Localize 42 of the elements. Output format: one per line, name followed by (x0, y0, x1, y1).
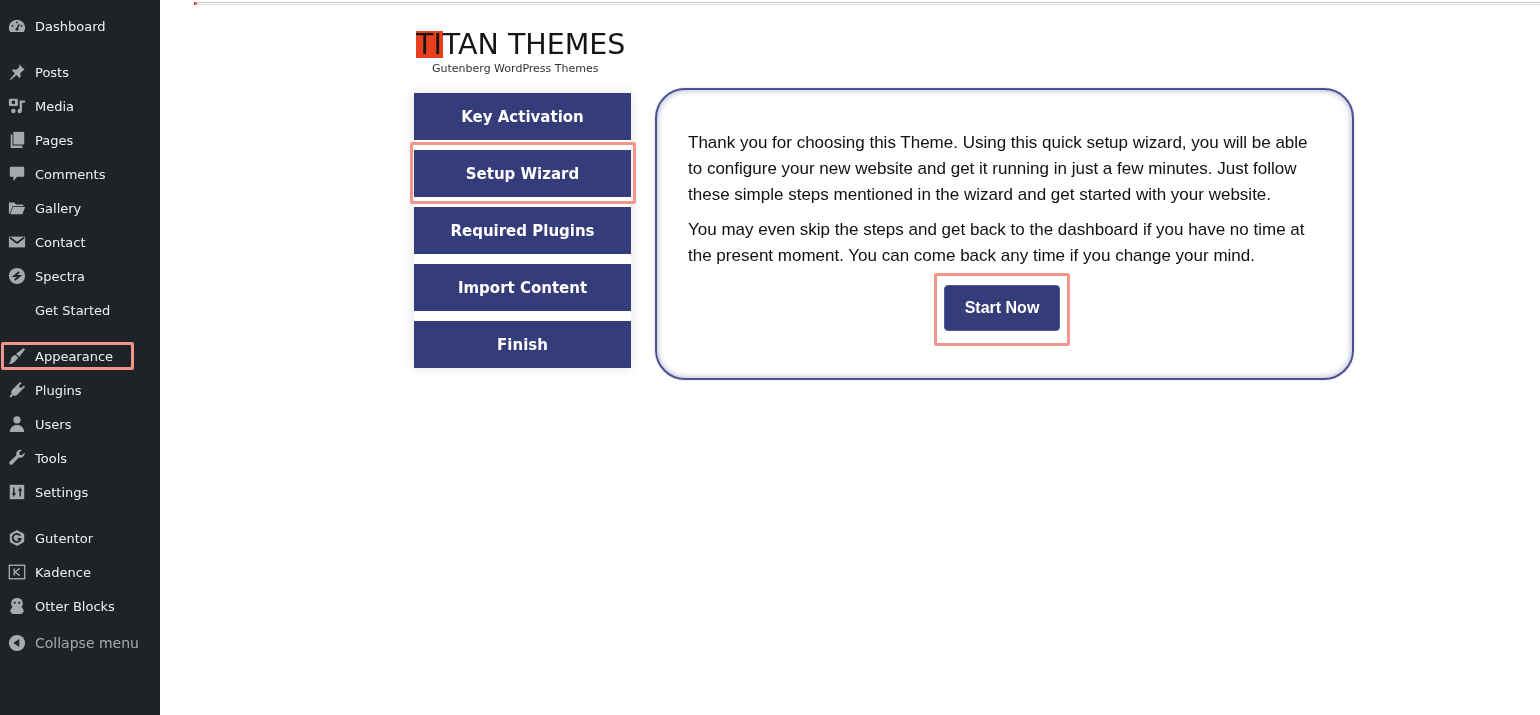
circle-logo-icon (8, 267, 26, 285)
intro-paragraph: Thank you for choosing this Theme. Using this quick setup wizard, you will be able to configure your new website and get it running in just a few minutes. Just follow these simple steps mentioned in the wizard and get started with your website. (688, 132, 1309, 206)
collapse-menu-button[interactable]: Collapse menu (0, 625, 160, 661)
gauge-icon (8, 17, 26, 35)
menu-item[interactable]: Users (0, 407, 160, 441)
menu-item[interactable]: Contact (0, 225, 160, 259)
hexagon-icon (8, 529, 26, 547)
menu-item[interactable]: Get Started (0, 293, 160, 327)
start-now-button[interactable]: Start Now (944, 285, 1060, 331)
pages-icon (8, 131, 26, 149)
menu-item[interactable]: Posts (0, 55, 160, 89)
menu-item[interactable]: Dashboard (0, 9, 160, 43)
wizard-step-button[interactable]: Finish (414, 321, 631, 368)
menu-item[interactable]: Media (0, 89, 160, 123)
logo-tagline: Gutenberg WordPress Themes (432, 62, 599, 76)
pushpin-icon (8, 63, 26, 81)
animal-head-icon (8, 597, 26, 615)
plug-icon (8, 381, 26, 399)
wizard-step-button[interactable]: Import Content (414, 264, 631, 311)
sliders-icon (8, 483, 26, 501)
wizard-step-button[interactable]: Required Plugins (414, 207, 631, 254)
paintbrush-icon (8, 347, 26, 365)
menu-item[interactable]: Plugins (0, 373, 160, 407)
person-icon (8, 415, 26, 433)
menu-item[interactable]: Gutentor (0, 521, 160, 555)
menu-item[interactable]: Tools (0, 441, 160, 475)
menu-item[interactable]: Otter Blocks (0, 589, 160, 623)
wrench-icon (8, 449, 26, 467)
wizard-step-button[interactable]: Setup Wizard (414, 150, 631, 197)
menu-item[interactable]: Appearance (0, 339, 160, 373)
speech-bubble-icon (8, 165, 26, 183)
menu-item[interactable]: Pages (0, 123, 160, 157)
framed-square-icon (8, 563, 26, 581)
menu-item[interactable]: Kadence (0, 555, 160, 589)
menu-item[interactable]: Settings (0, 475, 160, 509)
logo-text-highlighted: TI (416, 31, 443, 58)
wizard-step-button[interactable]: Key Activation (414, 93, 631, 140)
camera-music-icon (8, 97, 26, 115)
menu-item[interactable]: Comments (0, 157, 160, 191)
menu-item[interactable]: Gallery (0, 191, 160, 225)
menu-item[interactable]: Spectra (0, 259, 160, 293)
intro-paragraph: You may even skip the steps and get back to the dashboard if you have no time at the present moment. You can come back any time if you change your mind. (688, 219, 1306, 267)
